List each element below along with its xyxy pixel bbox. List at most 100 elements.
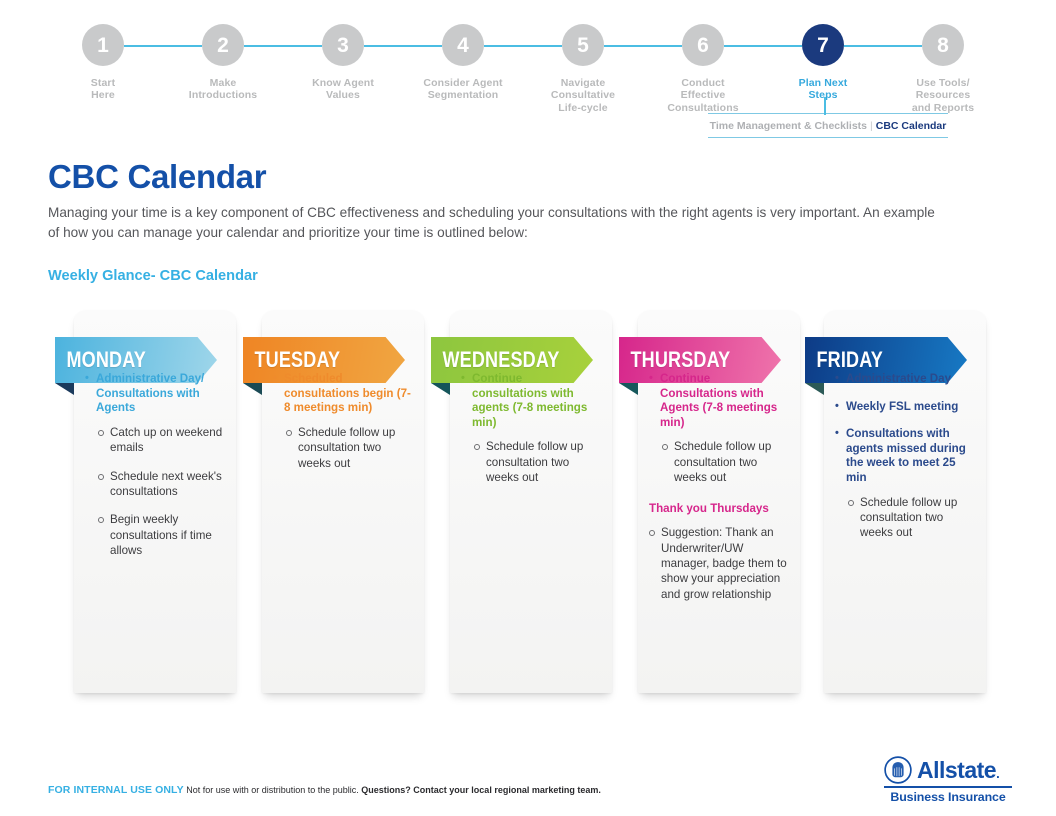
day-item-label: Scheduled consultations begin (7-8 meeti… xyxy=(284,372,411,416)
day-subitem-list: Schedule follow up consultation two week… xyxy=(284,425,411,471)
breadcrumb-tick xyxy=(824,97,826,115)
day-item-list: Continue consultations with agents (7-8 … xyxy=(461,372,599,486)
day-subitem: Catch up on weekend emails xyxy=(96,425,223,456)
day-subitem: Schedule next week's consultations xyxy=(96,469,223,500)
step-label: Know Agent Values xyxy=(312,77,374,102)
stepper-step-1[interactable]: 1 Start Here xyxy=(43,24,202,114)
stepper-step-7[interactable]: 7 Plan Next Steps xyxy=(763,24,922,114)
day-card-tuesday: TUESDAYScheduled consultations begin (7-… xyxy=(243,310,424,693)
day-item-label: Consultations with agents missed during … xyxy=(846,427,973,485)
stepper-step-4[interactable]: 4 Consider Agent Segmentation xyxy=(403,24,562,114)
day-item: Administrative Day xyxy=(835,372,973,387)
step-number-badge: 2 xyxy=(202,24,244,66)
day-item-label: Continue consultations with agents (7-8 … xyxy=(472,372,599,430)
day-name: THURSDAY xyxy=(630,347,731,372)
cbc-calendar-page: 1 Start Here 2 Make Introductions 3 Know Agen… xyxy=(0,0,1056,816)
footer-disclaimer: FOR INTERNAL USE ONLY Not for use with o… xyxy=(48,784,601,796)
step-number-badge: 8 xyxy=(922,24,964,66)
logo-subtitle: Business Insurance xyxy=(890,789,1006,804)
stepper-step-2[interactable]: 2 Make Introductions xyxy=(163,24,322,114)
sub-breadcrumb: Time Management & Checklists | CBC Calenda… xyxy=(708,97,948,138)
day-card-thursday: THURSDAYContinue Consultations with Agen… xyxy=(619,310,800,693)
day-item-heading: Thank you Thursdays xyxy=(649,501,769,515)
breadcrumb-previous[interactable]: Time Management & Checklists xyxy=(710,120,867,132)
day-subitem: Schedule follow up consultation two week… xyxy=(846,495,973,541)
footer-question: Questions? Contact your local regional m… xyxy=(361,785,601,795)
day-item-list: Continue Consultations with Agents (7-8 … xyxy=(649,372,787,602)
ribbon-fold xyxy=(55,383,74,395)
day-item-label: Administrative Day/ Consultations with A… xyxy=(96,372,223,416)
day-item-label: Weekly FSL meeting xyxy=(846,400,973,415)
footer-highlight: FOR INTERNAL USE ONLY xyxy=(48,784,184,796)
day-subitem: Schedule follow up consultation two week… xyxy=(472,439,599,485)
step-number-badge: 5 xyxy=(562,24,604,66)
day-name: WEDNESDAY xyxy=(442,347,560,372)
breadcrumb-text: Time Management & Checklists | CBC Calenda… xyxy=(708,114,948,137)
breadcrumb-separator: | xyxy=(870,120,873,132)
day-item-list: Administrative Day/ Consultations with A… xyxy=(85,372,223,559)
step-label: Navigate Consultative Life-cycle xyxy=(550,77,616,114)
day-card-friday: FRIDAYAdministrative Day Weekly FSL meeti… xyxy=(805,310,986,693)
step-connector xyxy=(124,45,202,47)
page-title: CBC Calendar xyxy=(48,158,267,195)
day-item-list: Scheduled consultations begin (7-8 meeti… xyxy=(273,372,411,471)
day-item: Continue consultations with agents (7-8 … xyxy=(461,372,599,486)
step-number-badge: 7 xyxy=(802,24,844,66)
step-label: Use Tools/ Resources and Reports xyxy=(911,77,975,114)
day-item-list: Administrative Day Weekly FSL meeting Cons… xyxy=(835,372,973,541)
day-name: TUESDAY xyxy=(254,347,341,372)
logo-top-row: Allstate. xyxy=(884,756,1012,784)
day-item: Consultations with agents missed during … xyxy=(835,427,973,541)
ribbon-fold xyxy=(619,383,638,395)
day-subitem-list: Schedule follow up consultation two week… xyxy=(660,439,787,485)
step-label: Consider Agent Segmentation xyxy=(423,77,503,102)
stepper-step-3[interactable]: 3 Know Agent Values xyxy=(283,24,442,114)
day-item: Continue Consultations with Agents (7-8 … xyxy=(649,372,787,486)
allstate-logo: Allstate. Business Insurance xyxy=(884,756,1012,804)
footer-text: Not for use with or distribution to the … xyxy=(183,785,362,795)
page-intro: Managing your time is a key component of… xyxy=(48,205,935,240)
day-subitem-list: Suggestion: Thank an Underwriter/UW mana… xyxy=(647,525,787,602)
step-label: Start Here xyxy=(90,77,116,102)
step-label: Make Introductions xyxy=(188,77,258,102)
step-label: Conduct Effective Consultations xyxy=(667,77,739,114)
step-connector xyxy=(844,45,922,47)
day-subitem-list: Schedule follow up consultation two week… xyxy=(846,495,973,541)
stepper-step-5[interactable]: 5 Navigate Consultative Life-cycle xyxy=(523,24,682,114)
day-name: FRIDAY xyxy=(816,347,883,372)
stepper-step-6[interactable]: 6 Conduct Effective Consultations xyxy=(643,24,802,114)
section-heading: Weekly Glance- CBC Calendar xyxy=(48,268,258,284)
breadcrumb-rule-bottom xyxy=(708,137,948,138)
stepper-steps: 1 Start Here 2 Make Introductions 3 Know Agen… xyxy=(0,24,1056,114)
day-item: Thank you Thursdays Suggestion: Thank an … xyxy=(649,502,787,603)
step-connector xyxy=(724,45,802,47)
ribbon-fold xyxy=(243,383,262,395)
step-number-badge: 6 xyxy=(682,24,724,66)
day-card-wednesday: WEDNESDAYContinue consultations with age… xyxy=(431,310,612,693)
step-number-badge: 1 xyxy=(82,24,124,66)
step-label: Plan Next Steps xyxy=(798,77,848,102)
day-subitem-list: Schedule follow up consultation two week… xyxy=(472,439,599,485)
step-connector xyxy=(604,45,682,47)
allstate-hands-icon xyxy=(884,756,912,784)
day-subitem-list: Catch up on weekend emails Schedule next … xyxy=(96,425,223,559)
stepper-step-8[interactable]: 8 Use Tools/ Resources and Reports xyxy=(883,24,1003,114)
progress-stepper: 1 Start Here 2 Make Introductions 3 Know Agen… xyxy=(0,24,1056,124)
ribbon-fold xyxy=(431,383,450,395)
day-subitem: Suggestion: Thank an Underwriter/UW mana… xyxy=(647,525,787,602)
logo-divider xyxy=(884,786,1012,788)
step-connector xyxy=(484,45,562,47)
day-item: Weekly FSL meeting xyxy=(835,400,973,415)
step-connector xyxy=(244,45,322,47)
day-item-label: Continue Consultations with Agents (7-8 … xyxy=(660,372,787,430)
day-subitem: Schedule follow up consultation two week… xyxy=(660,439,787,485)
day-subitem: Begin weekly consultations if time allow… xyxy=(96,512,223,558)
step-number-badge: 3 xyxy=(322,24,364,66)
day-item: Scheduled consultations begin (7-8 meeti… xyxy=(273,372,411,471)
day-item-label: Administrative Day xyxy=(846,372,973,387)
day-item: Administrative Day/ Consultations with A… xyxy=(85,372,223,559)
breadcrumb-current: CBC Calendar xyxy=(875,120,947,132)
day-card-monday: MONDAYAdministrative Day/ Consultations … xyxy=(55,310,236,693)
logo-wordmark: Allstate. xyxy=(917,756,1000,783)
step-connector xyxy=(364,45,442,47)
